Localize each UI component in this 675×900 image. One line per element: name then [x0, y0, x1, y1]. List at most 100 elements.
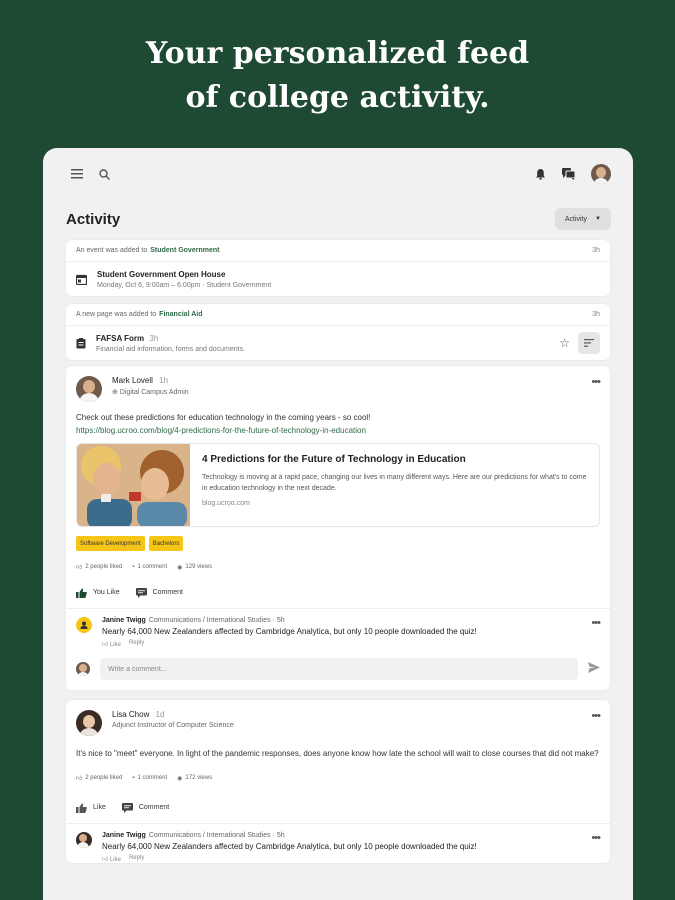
comment-more-options-icon[interactable]: •••	[591, 832, 601, 863]
author-role-text: Digital Campus Admin	[119, 389, 189, 396]
link-preview-source: blog.ucroo.com	[202, 500, 250, 507]
activity-filter-dropdown[interactable]: Activity ▼	[554, 208, 611, 230]
event-notice-prefix: An event was added to	[76, 247, 148, 254]
likes-count: 2 people liked	[85, 564, 123, 570]
comments-stat[interactable]: ▪ 1 comment	[132, 774, 167, 782]
notification-bell-icon[interactable]	[535, 168, 546, 180]
link-preview-card[interactable]: 4 Predictions for the Future of Technolo…	[76, 443, 600, 527]
author-name[interactable]: Mark Lovell	[112, 376, 153, 385]
commenter-meta: Communications / International Studies ·…	[148, 617, 285, 624]
comment-item: Janine Twigg Communications / Internation…	[66, 609, 610, 648]
tag-chip[interactable]: Bachelors	[148, 536, 184, 551]
headline-line-2: of college activity.	[185, 80, 490, 115]
event-title: Student Government Open House	[97, 269, 226, 279]
star-icon[interactable]: ☆	[559, 336, 570, 350]
author-role: Adjunct Instructor of Computer Science	[112, 722, 234, 729]
activity-filter-label: Activity	[564, 215, 588, 223]
likes-stat[interactable]: 👍︎ 2 people liked	[76, 774, 122, 782]
comment-icon	[135, 587, 147, 598]
comment-input[interactable]: Write a comment...	[100, 658, 578, 680]
post-card: Mark Lovell 1h ⊕ Digital Campus Admin ••…	[66, 366, 610, 690]
views-stat: ◉ 172 views	[177, 774, 212, 782]
comment-more-options-icon[interactable]: •••	[591, 617, 601, 648]
page-name: FAFSA Form	[96, 333, 145, 343]
thumbs-up-icon: 👍︎	[102, 857, 109, 863]
page-group-link[interactable]: Financial Aid	[159, 311, 202, 318]
comment-icon	[121, 802, 133, 813]
like-button-label: You Like	[93, 589, 120, 596]
commenter-avatar[interactable]	[76, 832, 92, 848]
likes-count: 2 people liked	[85, 775, 123, 781]
page-notice-time: 3h	[592, 311, 600, 318]
thumbs-up-icon: 👍︎	[76, 776, 83, 782]
comment-icon: ▪	[132, 775, 135, 781]
comment-like-button[interactable]: 👍︎ Like	[102, 640, 121, 648]
headline-line-1: Your personalized feed	[145, 36, 530, 71]
user-avatar[interactable]	[591, 164, 611, 184]
post-time: 1d	[155, 710, 165, 719]
top-bar	[43, 148, 633, 200]
post-time: 1h	[159, 376, 169, 385]
comment-button[interactable]: Comment	[121, 802, 170, 813]
comment-text: Nearly 64,000 New Zealanders affected by…	[102, 842, 477, 851]
post-card: Lisa Chow 1d Adjunct Instructor of Compu…	[66, 700, 610, 863]
comment-like-button[interactable]: 👍︎ Like	[102, 855, 121, 863]
current-user-avatar	[76, 662, 90, 676]
page-description: Financial aid information, forms and doc…	[96, 345, 246, 353]
more-options-icon[interactable]: •••	[591, 376, 601, 388]
page-notice: A new page was added to Financial Aid 3h	[66, 304, 610, 326]
tag-chip[interactable]: Software Development	[76, 536, 145, 551]
comments-count: 1 comment	[137, 564, 168, 570]
chevron-down-icon: ▼	[595, 216, 601, 222]
post-actions: You Like Comment	[66, 577, 610, 609]
views-count: 172 views	[185, 775, 213, 781]
thumbs-up-filled-icon	[76, 588, 87, 598]
page-title-row: FAFSA Form 3h	[96, 334, 245, 343]
comment-button-label: Comment	[138, 804, 170, 811]
commenter-meta: Communications / International Studies ·…	[148, 832, 285, 839]
comment-icon: ▪	[132, 564, 135, 570]
post-text: It's nice to "meet" everyone. In light o…	[76, 749, 599, 758]
headline: Your personalized feed of college activi…	[0, 32, 675, 120]
comment-reply-button[interactable]: Reply	[129, 640, 144, 648]
send-icon[interactable]	[588, 660, 600, 678]
person-icon	[80, 621, 88, 629]
post-url-link[interactable]: https://blog.ucroo.com/blog/4-prediction…	[66, 424, 610, 435]
post-header: Mark Lovell 1h ⊕ Digital Campus Admin ••…	[66, 366, 610, 402]
link-preview-image	[77, 444, 190, 526]
comment-button[interactable]: Comment	[135, 587, 183, 598]
comment-reply-button[interactable]: Reply	[129, 855, 144, 863]
commenter-name[interactable]: Janine Twigg	[102, 617, 146, 624]
menu-icon[interactable]	[71, 169, 83, 179]
messages-icon[interactable]	[562, 168, 575, 180]
commenter-name[interactable]: Janine Twigg	[102, 832, 146, 839]
page-row[interactable]: FAFSA Form 3h Financial aid information,…	[66, 326, 610, 360]
link-preview-title: 4 Predictions for the Future of Technolo…	[202, 454, 466, 465]
event-row[interactable]: Student Government Open House Monday, Oc…	[66, 262, 610, 296]
author-name[interactable]: Lisa Chow	[112, 710, 149, 719]
author-avatar[interactable]	[76, 710, 102, 736]
thumbs-up-icon	[76, 803, 87, 813]
event-group-link[interactable]: Student Government	[150, 247, 219, 254]
more-options-icon[interactable]: •••	[591, 710, 601, 722]
commenter-avatar[interactable]	[76, 617, 92, 633]
comment-like-label: Like	[109, 642, 121, 648]
author-avatar[interactable]	[76, 376, 102, 402]
post-text: Check out these predictions for educatio…	[76, 413, 371, 422]
write-comment-row: Write a comment...	[66, 648, 610, 690]
comment-like-label: Like	[109, 857, 121, 863]
like-button[interactable]: You Like	[76, 588, 120, 598]
comments-stat[interactable]: ▪ 1 comment	[132, 563, 167, 571]
comments-count: 1 comment	[137, 775, 168, 781]
like-button-label: Like	[93, 804, 106, 811]
comment-item: Janine Twigg Communications / Internation…	[66, 824, 610, 863]
like-button[interactable]: Like	[76, 803, 106, 813]
comment-text: Nearly 64,000 New Zealanders affected by…	[102, 627, 477, 636]
filter-list-icon[interactable]	[578, 332, 600, 354]
app-frame: Activity Activity ▼ An event was added t…	[43, 148, 633, 900]
search-icon[interactable]	[99, 168, 110, 180]
tag-list: Software Development Bachelors	[66, 527, 610, 551]
likes-stat[interactable]: 👍︎ 2 people liked	[76, 563, 122, 571]
event-notice: An event was added to Student Government…	[66, 240, 610, 262]
page-title: Activity	[66, 210, 121, 228]
